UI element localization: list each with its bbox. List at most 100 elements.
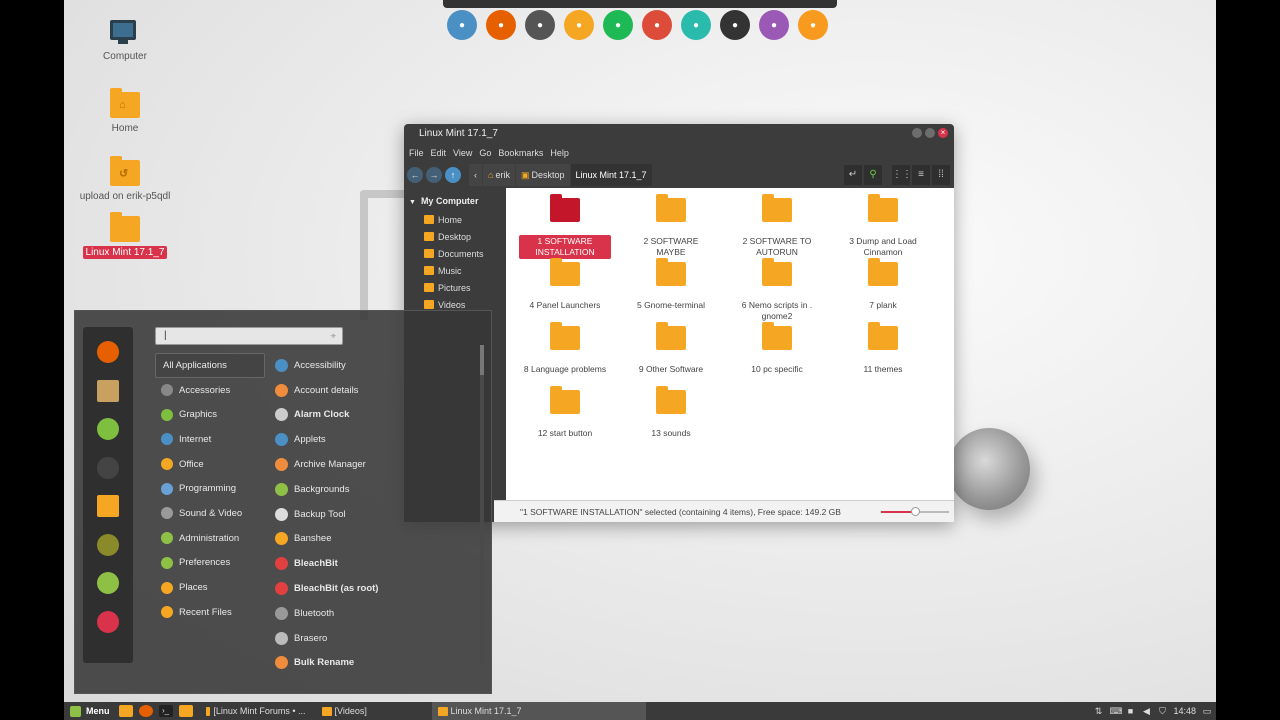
taskbar-window-button[interactable]: Linux Mint 17.1_7 [431, 702, 646, 720]
favorite-files-button[interactable] [97, 495, 119, 517]
sidebar-item-documents[interactable]: Documents [404, 245, 494, 262]
dock-anchor-launcher[interactable]: ● [447, 10, 477, 40]
desktop-icon-linux-mint-folder[interactable]: Linux Mint 17.1_7 [70, 212, 180, 259]
app-brasero[interactable]: Brasero [275, 626, 481, 651]
dock-folder-launcher[interactable]: ● [564, 10, 594, 40]
app-accessibility[interactable]: Accessibility [275, 353, 481, 378]
icon-view-button[interactable]: ⋮⋮ [892, 165, 912, 185]
update-shield-icon[interactable]: ⛉ [1157, 706, 1167, 716]
close-button[interactable]: × [938, 128, 948, 138]
dock-spotify-launcher[interactable]: ● [603, 10, 633, 40]
breadcrumb-erik[interactable]: ⌂ erik [483, 164, 515, 186]
file-item[interactable]: 12 start button [512, 386, 618, 454]
favorite-software-manager-button[interactable] [97, 418, 119, 440]
file-item[interactable]: 2 SOFTWARE MAYBE [618, 194, 724, 262]
file-item[interactable]: 6 Nemo scripts in . gnome2 [724, 258, 830, 326]
category-preferences[interactable]: Preferences [155, 551, 265, 576]
menu-button[interactable]: Menu [64, 702, 116, 720]
favorite-logout-button[interactable] [97, 572, 119, 594]
desktop-icon-upload[interactable]: ↺ upload on erik-p5qdl [70, 156, 180, 203]
file-item[interactable]: 5 Gnome-terminal [618, 258, 724, 326]
category-administration[interactable]: Administration [155, 526, 265, 551]
app-bleachbit[interactable]: BleachBit [275, 551, 481, 576]
volume-icon[interactable]: ◀ [1141, 706, 1151, 716]
sidebar-item-music[interactable]: Music [404, 262, 494, 279]
back-button[interactable]: ← [407, 167, 423, 183]
category-sound-video[interactable]: Sound & Video [155, 501, 265, 526]
maximize-button[interactable] [925, 128, 935, 138]
minimize-button[interactable] [912, 128, 922, 138]
app-bleachbit-as-root[interactable]: BleachBit (as root) [275, 576, 481, 601]
breadcrumb-prev-button[interactable]: ‹ [469, 164, 482, 186]
firefox-launcher-icon[interactable] [138, 705, 153, 717]
forward-button[interactable]: → [426, 167, 442, 183]
video-icon[interactable]: ■ [1125, 706, 1135, 716]
breadcrumb-desktop[interactable]: ▣ Desktop [515, 164, 570, 186]
taskbar-window-button[interactable]: [Videos] [316, 702, 428, 720]
menu-file[interactable]: File [409, 148, 424, 158]
menu-help[interactable]: Help [550, 148, 569, 158]
category-all-applications[interactable]: All Applications [155, 353, 265, 378]
category-recent-files[interactable]: Recent Files [155, 600, 265, 625]
category-office[interactable]: Office [155, 452, 265, 477]
app-bulk-rename[interactable]: Bulk Rename [275, 651, 481, 676]
favorite-power-button[interactable] [97, 610, 119, 633]
menu-go[interactable]: Go [479, 148, 491, 158]
app-bluetooth[interactable]: Bluetooth [275, 601, 481, 626]
app-archive-manager[interactable]: Archive Manager [275, 452, 481, 477]
category-graphics[interactable]: Graphics [155, 402, 265, 427]
zoom-slider[interactable] [881, 507, 949, 516]
category-programming[interactable]: Programming [155, 476, 265, 501]
file-item[interactable]: 13 sounds [618, 386, 724, 454]
files-launcher-icon[interactable] [178, 705, 193, 717]
sidebar-item-home[interactable]: Home [404, 211, 494, 228]
menu-bookmarks[interactable]: Bookmarks [498, 148, 543, 158]
file-item[interactable]: 3 Dump and Load Cinnamon [830, 194, 936, 262]
dock-sublime-launcher[interactable]: ● [798, 10, 828, 40]
favorite-screen-lock-button[interactable] [97, 533, 119, 556]
app-applets[interactable]: Applets [275, 427, 481, 452]
dock-firefox-launcher[interactable]: ● [486, 10, 516, 40]
taskbar-window-button[interactable]: [Linux Mint Forums • ... [200, 702, 312, 720]
file-item[interactable]: 4 Panel Launchers [512, 258, 618, 326]
app-backgrounds[interactable]: Backgrounds [275, 477, 481, 502]
app-banshee[interactable]: Banshee [275, 527, 481, 552]
show-desktop-icon[interactable] [118, 705, 133, 717]
app-alarm-clock[interactable]: Alarm Clock [275, 403, 481, 428]
network-icon[interactable]: ⇅ [1093, 706, 1103, 716]
app-account-details[interactable]: Account details [275, 378, 481, 403]
file-item[interactable]: 8 Language problems [512, 322, 618, 390]
category-internet[interactable]: Internet [155, 427, 265, 452]
open-terminal-button[interactable]: ↵ [844, 165, 862, 185]
terminal-launcher-icon[interactable]: ›_ [158, 705, 173, 717]
favorite-firefox-button[interactable] [97, 341, 119, 363]
file-item[interactable]: 1 SOFTWARE INSTALLATION [512, 194, 618, 262]
clock[interactable]: 14:48 [1173, 706, 1196, 716]
zoom-slider-handle[interactable] [911, 507, 920, 516]
file-item[interactable]: 11 themes [830, 322, 936, 390]
keyboard-icon[interactable]: ⌨ [1109, 706, 1122, 716]
desktop-icon-computer[interactable]: Computer [70, 20, 180, 63]
category-places[interactable]: Places [155, 575, 265, 600]
favorite-package-button[interactable] [97, 379, 119, 402]
notification-icon[interactable]: ▭ [1202, 706, 1212, 716]
menu-view[interactable]: View [453, 148, 472, 158]
application-scrollbar[interactable] [480, 345, 484, 665]
sidebar-heading[interactable]: ▼ My Computer [404, 188, 494, 211]
menu-edit[interactable]: Edit [431, 148, 447, 158]
dock-chrome-launcher[interactable]: ● [642, 10, 672, 40]
search-button[interactable]: ⚲ [864, 165, 882, 185]
favorite-terminal-button[interactable] [97, 456, 119, 479]
up-button[interactable]: ↑ [445, 167, 461, 183]
list-view-button[interactable]: ≡ [912, 165, 930, 185]
breadcrumb-current[interactable]: Linux Mint 17.1_7 [570, 164, 652, 186]
dock-webcam-launcher[interactable]: ● [759, 10, 789, 40]
dock-record-launcher[interactable]: ● [525, 10, 555, 40]
dock-system-monitor-launcher[interactable]: ● [681, 10, 711, 40]
category-accessories[interactable]: Accessories [155, 378, 265, 403]
dock-terminal-launcher[interactable]: ● [720, 10, 750, 40]
sidebar-item-pictures[interactable]: Pictures [404, 279, 494, 296]
desktop-icon-home[interactable]: ⌂ Home [70, 88, 180, 135]
menu-search-input[interactable]: | ⌖ [155, 327, 343, 345]
file-item[interactable]: 2 SOFTWARE TO AUTORUN [724, 194, 830, 262]
